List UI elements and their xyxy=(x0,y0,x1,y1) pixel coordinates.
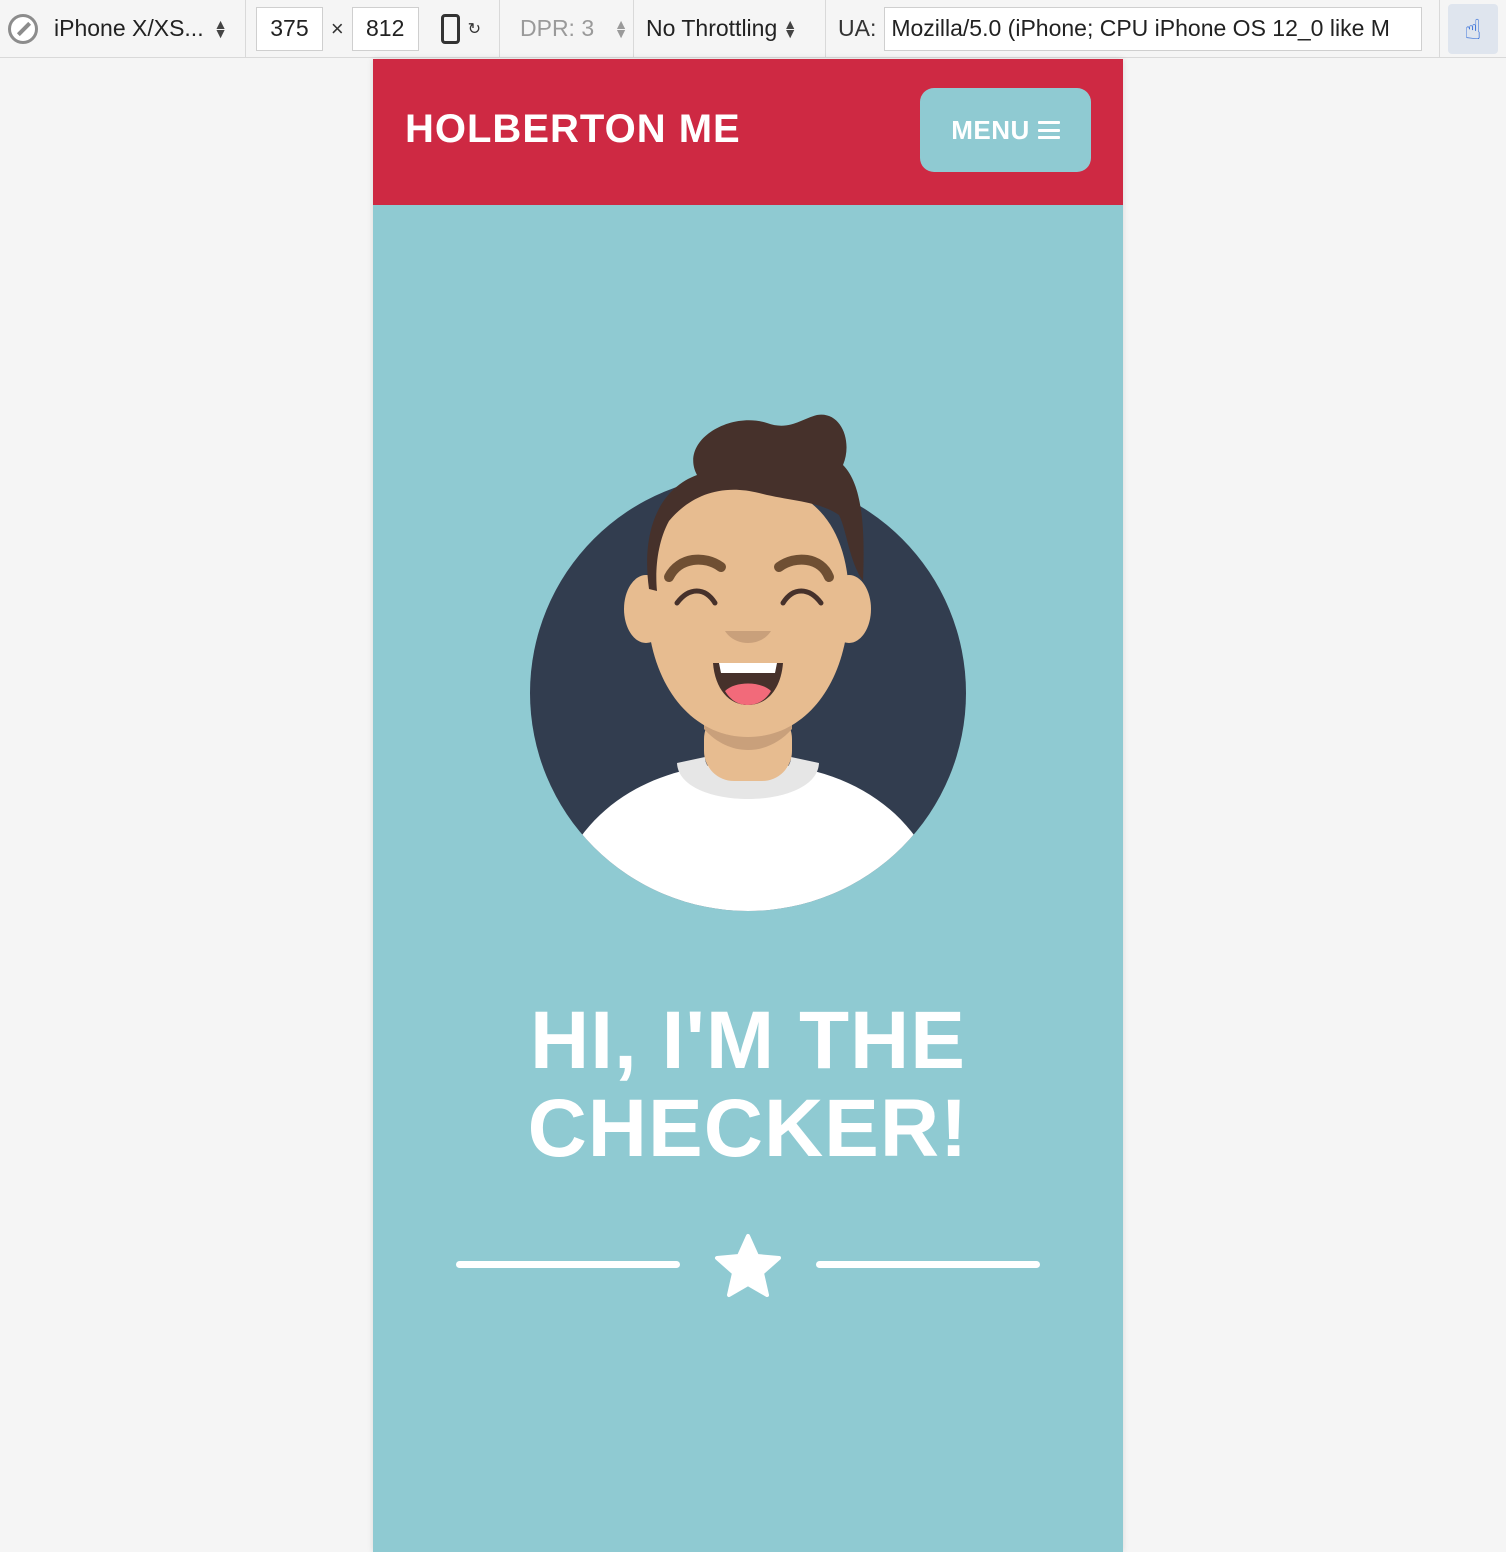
times-sign: × xyxy=(330,15,344,41)
height-input[interactable]: 812 xyxy=(351,6,419,51)
width-input[interactable]: 375 xyxy=(256,6,323,51)
mobile-viewport: HOLBERTON ME MENU HI, I'M THE CHECKER! xyxy=(373,59,1123,1552)
hero-headline: HI, I'M THE CHECKER! xyxy=(373,997,1123,1173)
rotate-arrow-icon: ↻ xyxy=(467,20,481,38)
menu-button[interactable]: MENU xyxy=(920,88,1091,172)
rotate-icon[interactable] xyxy=(440,13,460,44)
dimension-controls: 375 × 812 ↻ xyxy=(246,0,500,57)
hamburger-icon xyxy=(1037,121,1060,139)
user-agent-input[interactable]: Mozilla/5.0 (iPhone; CPU iPhone OS 12_0 … xyxy=(884,6,1423,51)
device-name: iPhone X/XS... xyxy=(54,15,204,41)
brand-logo[interactable]: HOLBERTON ME xyxy=(405,107,741,152)
star-icon xyxy=(715,1234,781,1297)
user-agent-section: UA: Mozilla/5.0 (iPhone; CPU iPhone OS 1… xyxy=(826,0,1440,57)
updown-icon: ▲ ▼ xyxy=(213,15,228,41)
ua-label: UA: xyxy=(838,15,877,41)
throttling-label: No Throttling xyxy=(646,15,778,41)
dpr-label: DPR: 3 xyxy=(520,15,595,41)
updown-icon: ▲ ▼ xyxy=(614,15,628,41)
headline-line-2: CHECKER! xyxy=(527,1083,969,1174)
compass-icon xyxy=(8,13,38,44)
devtools-toolbar: iPhone X/XS... ▲ ▼ 375 × 812 ↻ DPR: 3 ▲ ▼ … xyxy=(0,0,1506,58)
touch-icon: ☝ xyxy=(1464,13,1482,45)
device-selector[interactable]: iPhone X/XS... ▲ ▼ xyxy=(0,0,246,57)
site-header: HOLBERTON ME MENU xyxy=(373,59,1123,205)
teeth xyxy=(719,663,777,673)
headline-line-1: HI, I'M THE xyxy=(530,995,966,1086)
avatar-illustration xyxy=(530,414,966,911)
menu-label: MENU xyxy=(951,114,1030,145)
updown-icon: ▲ ▼ xyxy=(783,15,798,41)
dpr-selector[interactable]: DPR: 3 ▲ ▼ xyxy=(500,0,634,57)
touch-simulation-button[interactable]: ☝ xyxy=(1448,4,1498,54)
divider-right-line xyxy=(816,1261,1040,1268)
divider-left-line xyxy=(456,1261,680,1268)
throttling-selector[interactable]: No Throttling ▲ ▼ xyxy=(634,0,826,57)
